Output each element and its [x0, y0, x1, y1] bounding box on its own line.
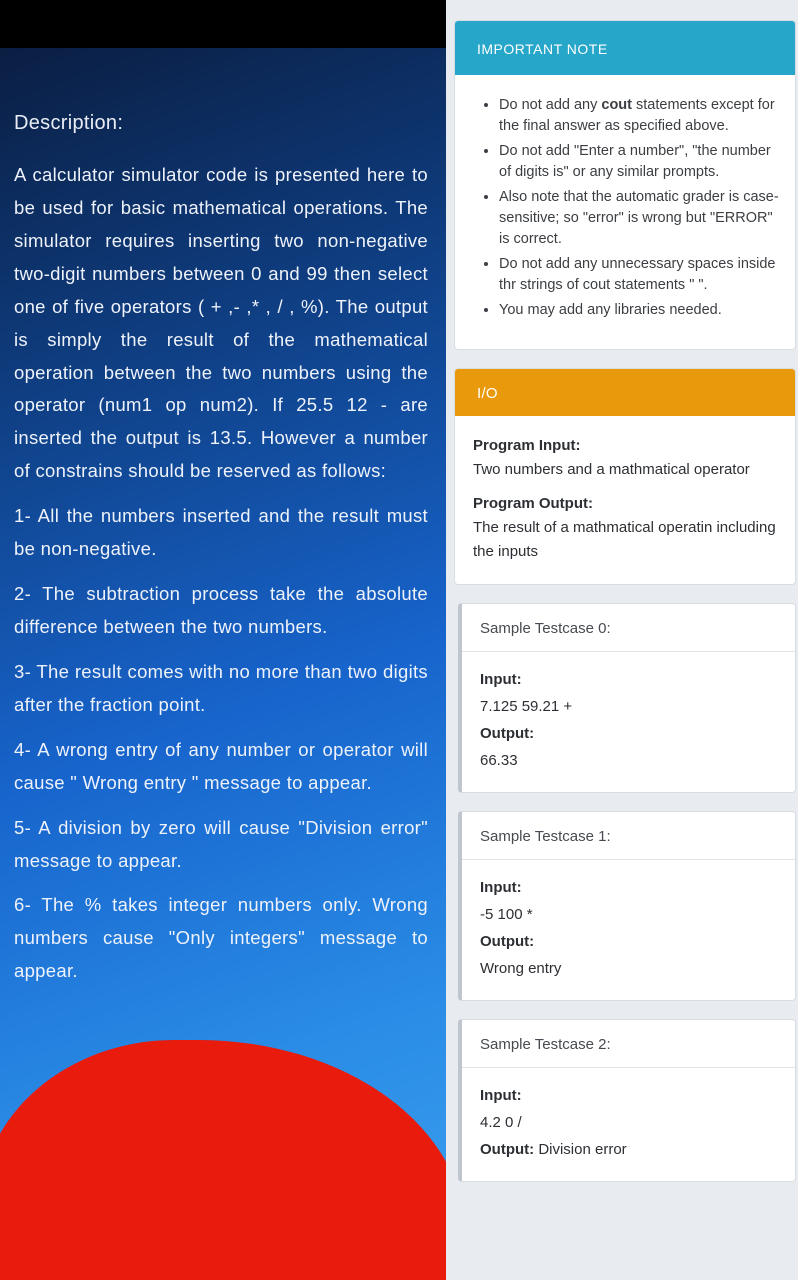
program-output-text: The result of a mathmatical operatin inc… [473, 516, 781, 564]
tc-input-value: 4.2 0 / [480, 1109, 777, 1136]
constraint-item: 4- A wrong entry of any number or operat… [14, 734, 428, 800]
description-panel: Description: A calculator simulator code… [0, 0, 446, 1280]
important-note-body: Do not add any cout statements except fo… [455, 75, 795, 349]
constraint-item: 2- The subtraction process take the abso… [14, 578, 428, 644]
tc-input-label: Input: [480, 879, 522, 896]
description-intro: A calculator simulator code is presented… [14, 164, 428, 481]
tc-output-value: 66.33 [480, 747, 777, 774]
testcase-card: Sample Testcase 2: Input: 4.2 0 / Output… [458, 1019, 796, 1182]
testcase-card: Sample Testcase 1: Input: -5 100 * Outpu… [458, 811, 796, 1001]
testcase-title: Sample Testcase 0: [462, 604, 795, 652]
io-body: Program Input: Two numbers and a mathmat… [455, 416, 795, 584]
tc-output-value: Division error [538, 1141, 626, 1158]
top-black-bar [0, 0, 446, 48]
tc-input-value: 7.125 59.21 + [480, 693, 777, 720]
program-output-label: Program Output: [473, 492, 781, 516]
note-bullet: Also note that the automatic grader is c… [499, 187, 783, 250]
right-panel: IMPORTANT NOTE Do not add any cout state… [446, 0, 798, 1280]
constraint-item: 3- The result comes with no more than tw… [14, 656, 428, 722]
note-bullet: Do not add any unnecessary spaces inside… [499, 254, 783, 296]
tc-output-label: Output: [480, 725, 534, 742]
red-overlay [0, 1040, 446, 1280]
constraint-item: 6- The % takes integer numbers only. Wro… [14, 889, 428, 988]
tc-output-label: Output: [480, 933, 534, 950]
constraint-item: 1- All the numbers inserted and the resu… [14, 500, 428, 566]
io-header: I/O [455, 369, 795, 416]
testcase-body: Input: 7.125 59.21 + Output: 66.33 [462, 652, 795, 792]
description-body: A calculator simulator code is presented… [14, 159, 428, 988]
testcase-body: Input: 4.2 0 / Output: Division error [462, 1068, 795, 1181]
testcase-body: Input: -5 100 * Output: Wrong entry [462, 860, 795, 1000]
constraint-item: 5- A division by zero will cause "Divisi… [14, 812, 428, 878]
tc-input-label: Input: [480, 1087, 522, 1104]
note-bullet: Do not add "Enter a number", "the number… [499, 141, 783, 183]
important-note-card: IMPORTANT NOTE Do not add any cout state… [454, 20, 796, 350]
description-heading: Description: [14, 112, 428, 135]
important-note-header: IMPORTANT NOTE [455, 21, 795, 75]
note-bullet: Do not add any cout statements except fo… [499, 95, 783, 137]
program-input-text: Two numbers and a mathmatical operator [473, 458, 781, 482]
io-card: I/O Program Input: Two numbers and a mat… [454, 368, 796, 585]
note-list: Do not add any cout statements except fo… [483, 95, 783, 321]
note-bullet: You may add any libraries needed. [499, 300, 783, 321]
testcase-title: Sample Testcase 2: [462, 1020, 795, 1068]
program-input-label: Program Input: [473, 434, 781, 458]
tc-output-value: Wrong entry [480, 955, 777, 982]
tc-input-value: -5 100 * [480, 901, 777, 928]
testcase-card: Sample Testcase 0: Input: 7.125 59.21 + … [458, 603, 796, 793]
tc-input-label: Input: [480, 671, 522, 688]
tc-output-label: Output: [480, 1141, 538, 1158]
testcase-title: Sample Testcase 1: [462, 812, 795, 860]
